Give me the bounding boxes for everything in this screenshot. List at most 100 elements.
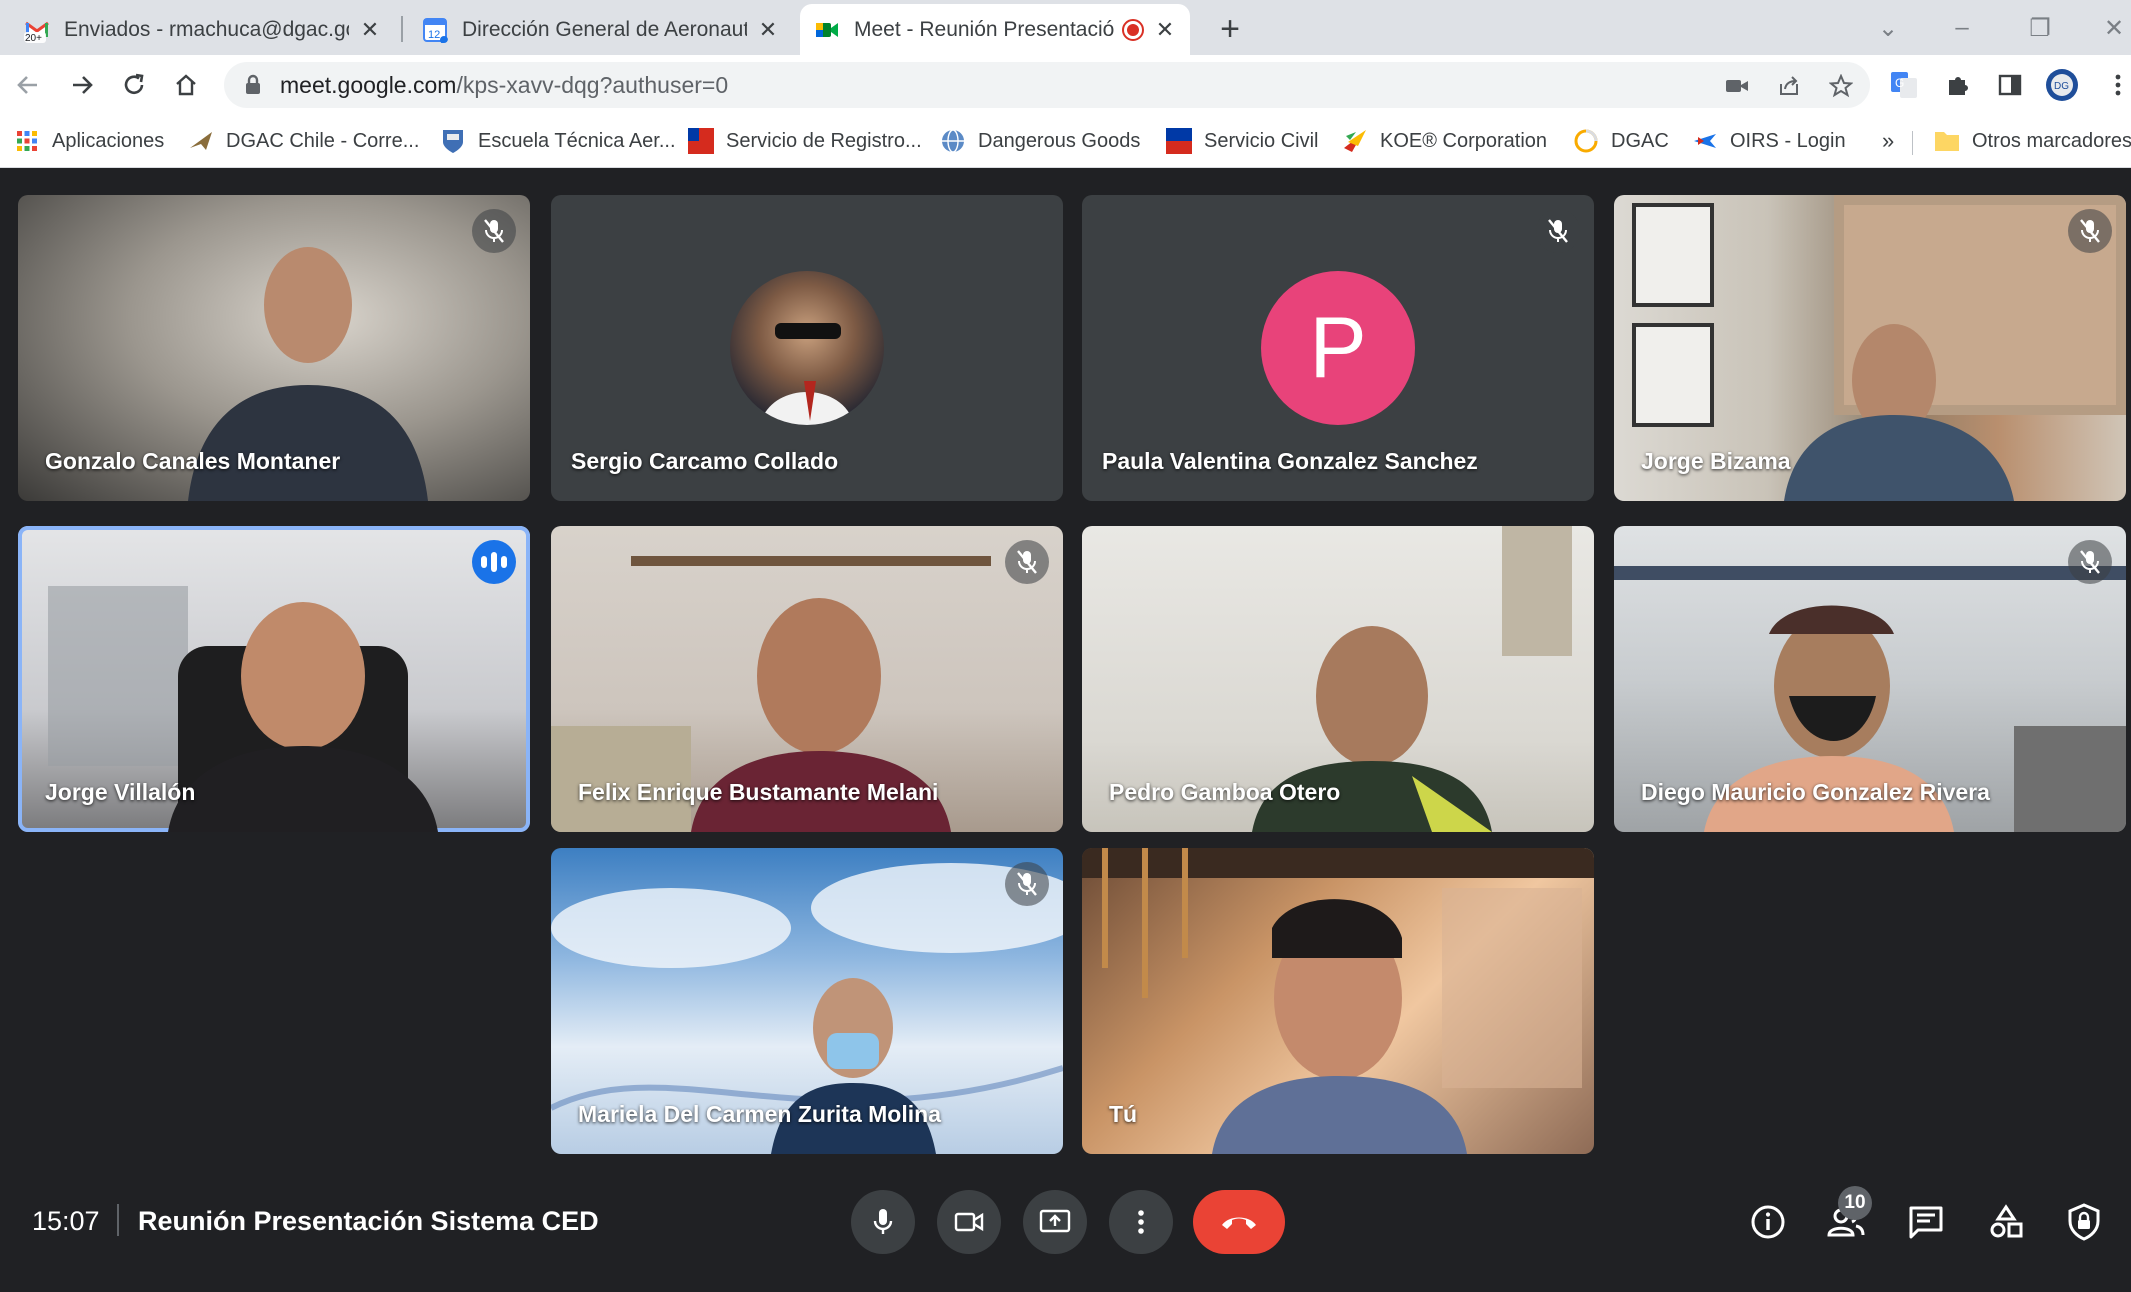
bookmark-apps[interactable]: Aplicaciones (14, 125, 164, 157)
back-button[interactable] (6, 63, 50, 107)
window-close-icon[interactable]: ✕ (2094, 8, 2131, 48)
forward-button[interactable] (60, 63, 104, 107)
chat-icon (1909, 1206, 1943, 1239)
close-icon[interactable]: ✕ (359, 17, 381, 42)
minimize-icon[interactable]: – (1942, 8, 1982, 48)
home-icon (176, 74, 196, 96)
tab-gmail[interactable]: 20+ Enviados - rmachuca@dgac.gob. ✕ (10, 4, 395, 55)
bookmark-label: DGAC (1611, 129, 1669, 152)
bookmark-star-icon[interactable] (1826, 71, 1856, 101)
airplane-logo-icon (188, 128, 214, 154)
participant-tile[interactable]: Mariela Del Carmen Zurita Molina (551, 848, 1063, 1154)
participant-tile[interactable]: Jorge Bizama (1614, 195, 2126, 501)
menu-kebab-icon[interactable] (2100, 67, 2131, 103)
chat-button[interactable] (1898, 1194, 1954, 1250)
bookmark-dgac-correo[interactable]: DGAC Chile - Corre... (188, 125, 419, 157)
participant-tile[interactable]: Sergio Carcamo Collado (551, 195, 1063, 501)
bookmark-oirs[interactable]: OIRS - Login (1692, 125, 1846, 157)
bookmark-dgac[interactable]: DGAC (1573, 125, 1669, 157)
participant-tile[interactable]: Diego Mauricio Gonzalez Rivera (1614, 526, 2126, 832)
bookmark-koe[interactable]: KOE® Corporation (1342, 125, 1547, 157)
url-text: meet.google.com/kps-xavv-dqg?authuser=0 (280, 72, 728, 99)
browser-toolbar: meet.google.com/kps-xavv-dqg?authuser=0 … (0, 55, 2131, 115)
servicio-civil-icon (1166, 128, 1192, 154)
participant-tile[interactable]: P Paula Valentina Gonzalez Sanchez (1082, 195, 1594, 501)
activities-button[interactable] (1978, 1194, 2034, 1250)
home-button[interactable] (164, 63, 208, 107)
bookmark-servicio-civil[interactable]: Servicio Civil (1166, 125, 1318, 157)
bookmark-label: Servicio Civil (1204, 129, 1319, 152)
reload-button[interactable] (112, 63, 156, 107)
camera-indicator-icon[interactable] (1722, 71, 1752, 101)
host-controls-button[interactable] (2056, 1194, 2112, 1250)
bookmarks-divider (1912, 131, 1913, 155)
participant-tile[interactable]: Gonzalo Canales Montaner (18, 195, 530, 501)
tab-meet[interactable]: Meet - Reunión Presentación ✕ (800, 4, 1190, 55)
meeting-title: Reunión Presentación Sistema CED (138, 1206, 599, 1236)
oirs-plane-icon (1692, 128, 1718, 154)
extensions-icon[interactable] (1940, 67, 1976, 103)
bookmark-label: DGAC Chile - Corre... (226, 129, 420, 152)
restore-icon[interactable]: ❐ (2020, 8, 2060, 48)
bookmark-escuela[interactable]: Escuela Técnica Aer... (440, 125, 676, 157)
share-icon[interactable] (1774, 71, 1804, 101)
avatar (730, 271, 884, 425)
bookmark-registro[interactable]: Servicio de Registro... (688, 125, 922, 157)
video-camera-icon (954, 1212, 984, 1232)
more-vert-icon (1138, 1210, 1144, 1234)
address-bar[interactable]: meet.google.com/kps-xavv-dqg?authuser=0 (224, 62, 1870, 108)
mic-off-icon (1536, 209, 1580, 253)
bookmark-label: Dangerous Goods (978, 129, 1141, 152)
participant-name: Felix Enrique Bustamante Melani (578, 779, 939, 805)
url-host: meet.google.com (280, 72, 457, 98)
new-tab-button[interactable]: + (1210, 9, 1250, 49)
profile-avatar[interactable]: DG (2044, 67, 2080, 103)
other-bookmarks-folder[interactable]: Otros marcadores (1934, 125, 2131, 157)
bookmarks-bar: Aplicaciones DGAC Chile - Corre... Escue… (0, 115, 2131, 168)
close-icon[interactable]: ✕ (1154, 17, 1176, 42)
participant-name: Jorge Bizama (1641, 448, 1791, 474)
mic-off-icon (1005, 540, 1049, 584)
loading-ring-icon (1573, 128, 1599, 154)
leave-call-button[interactable] (1193, 1190, 1285, 1254)
participant-name: Paula Valentina Gonzalez Sanchez (1102, 448, 1478, 474)
close-icon[interactable]: ✕ (757, 17, 779, 42)
meet-stage: Gonzalo Canales Montaner Sergio Carcamo … (0, 168, 2131, 1292)
meet-control-bar: 15:07 Reunión Presentación Sistema CED 1… (0, 1180, 2131, 1280)
meeting-details-button[interactable] (1740, 1194, 1796, 1250)
participant-name: Pedro Gamboa Otero (1109, 779, 1341, 805)
more-options-button[interactable] (1109, 1190, 1173, 1254)
bookmark-dangerous-goods[interactable]: Dangerous Goods (940, 125, 1140, 157)
calendar-badge: 12 (428, 29, 440, 41)
side-panel-icon[interactable] (1992, 67, 2028, 103)
tab-search-icon[interactable]: ⌄ (1868, 8, 1908, 48)
tab-calendar-title: Dirección General de Aeronautica (462, 17, 747, 41)
participant-video (1082, 848, 1594, 1154)
koe-logo-icon (1342, 128, 1368, 154)
bookmarks-overflow-button[interactable]: » (1882, 125, 1894, 157)
clock-divider (117, 1204, 119, 1236)
svg-text:DG: DG (2054, 81, 2069, 92)
present-screen-button[interactable] (1023, 1190, 1087, 1254)
translate-icon[interactable]: G (1886, 67, 1922, 103)
back-arrow-icon (17, 76, 37, 94)
tab-divider (401, 16, 403, 42)
icao-globe-icon (940, 128, 966, 154)
apps-grid-icon (14, 128, 40, 154)
participant-tile[interactable]: Jorge Villalón (18, 526, 530, 832)
microphone-button[interactable] (851, 1190, 915, 1254)
meeting-clock: 15:07 (32, 1206, 100, 1236)
avatar: P (1261, 271, 1415, 425)
activities-shapes-icon (1990, 1204, 2023, 1238)
speaking-indicator-icon (472, 540, 516, 584)
url-path: /kps-xavv-dqg?authuser=0 (456, 72, 729, 98)
participant-tile[interactable]: Tú (1082, 848, 1594, 1154)
participant-count-badge: 10 (1838, 1186, 1872, 1220)
participant-name: Diego Mauricio Gonzalez Rivera (1641, 779, 1990, 805)
camera-button[interactable] (937, 1190, 1001, 1254)
present-screen-icon (1039, 1209, 1071, 1233)
tab-calendar[interactable]: 12 Dirección General de Aeronautica ✕ (408, 4, 793, 55)
recording-icon (1122, 18, 1144, 41)
participant-tile[interactable]: Pedro Gamboa Otero (1082, 526, 1594, 832)
participant-tile[interactable]: Felix Enrique Bustamante Melani (551, 526, 1063, 832)
